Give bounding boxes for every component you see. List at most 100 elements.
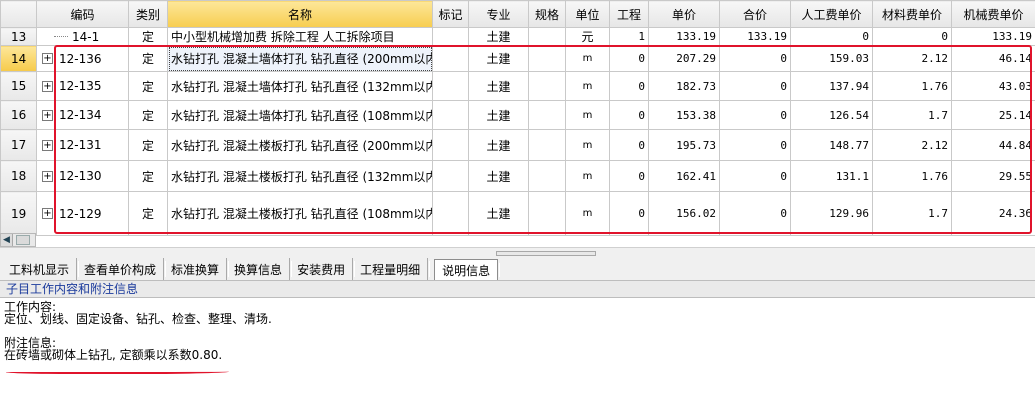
column-header-spec[interactable]: 规格: [528, 0, 566, 28]
cell-labor[interactable]: 129.96: [790, 191, 873, 236]
cell-machine[interactable]: 25.14: [951, 100, 1035, 130]
column-header-price[interactable]: 单价: [648, 0, 720, 28]
cell-total[interactable]: 133.19: [719, 27, 791, 46]
cell-qty[interactable]: 0: [609, 129, 649, 161]
cell-material[interactable]: 2.12: [872, 129, 952, 161]
cell-total[interactable]: 0: [719, 45, 791, 72]
cell-qty[interactable]: 0: [609, 71, 649, 101]
cell-spec[interactable]: [528, 129, 566, 161]
cell-total[interactable]: 0: [719, 71, 791, 101]
cell-name[interactable]: 水钻打孔 混凝土楼板打孔 钻孔直径 (132mm以内): [167, 160, 433, 192]
cell-labor[interactable]: 126.54: [790, 100, 873, 130]
column-header-total[interactable]: 合价: [719, 0, 791, 28]
column-header-labor[interactable]: 人工费单价: [790, 0, 873, 28]
row-number[interactable]: 18: [0, 160, 37, 192]
cell-unit[interactable]: 元: [565, 27, 610, 46]
cell-type[interactable]: 定: [128, 45, 168, 72]
cell-name[interactable]: 水钻打孔 混凝土墙体打孔 钻孔直径 (200mm以内): [167, 45, 433, 72]
tab-6[interactable]: 说明信息: [434, 259, 501, 280]
cell-spec[interactable]: [528, 45, 566, 72]
cell-code[interactable]: +12-131: [36, 129, 129, 161]
tab-0[interactable]: 工料机显示: [2, 258, 80, 280]
cell-total[interactable]: 0: [719, 100, 791, 130]
expand-plus-icon[interactable]: +: [42, 170, 53, 182]
cell-unit[interactable]: m: [565, 160, 610, 192]
expand-plus-icon[interactable]: +: [42, 208, 53, 219]
cell-name[interactable]: 水钻打孔 混凝土墙体打孔 钻孔直径 (132mm以内): [167, 71, 433, 101]
cell-spec[interactable]: [528, 27, 566, 46]
cell-unit[interactable]: m: [565, 100, 610, 130]
cell-qty[interactable]: 0: [609, 45, 649, 72]
horizontal-scrollbar[interactable]: ◀: [0, 233, 36, 247]
cell-major[interactable]: 土建: [468, 27, 529, 46]
cell-material[interactable]: 0: [872, 27, 952, 46]
cell-mark[interactable]: [432, 45, 469, 72]
cell-qty[interactable]: 1: [609, 27, 649, 46]
cell-type[interactable]: 定: [128, 160, 168, 192]
cell-total[interactable]: 0: [719, 160, 791, 192]
cell-major[interactable]: 土建: [468, 45, 529, 72]
cell-unit[interactable]: m: [565, 71, 610, 101]
cell-price[interactable]: 156.02: [648, 191, 720, 236]
cell-qty[interactable]: 0: [609, 100, 649, 130]
cell-price[interactable]: 207.29: [648, 45, 720, 72]
expand-plus-icon[interactable]: +: [42, 80, 53, 92]
cell-machine[interactable]: 44.84: [951, 129, 1035, 161]
cell-total[interactable]: 0: [719, 129, 791, 161]
column-header-name[interactable]: 名称: [167, 0, 433, 28]
cell-price[interactable]: 195.73: [648, 129, 720, 161]
cell-type[interactable]: 定: [128, 27, 168, 46]
row-number[interactable]: 15: [0, 71, 37, 101]
cell-material[interactable]: 1.7: [872, 100, 952, 130]
cell-name[interactable]: 水钻打孔 混凝土楼板打孔 钻孔直径 (200mm以内): [167, 129, 433, 161]
cell-mark[interactable]: [432, 71, 469, 101]
cell-code[interactable]: +12-130: [36, 160, 129, 192]
cell-labor[interactable]: 159.03: [790, 45, 873, 72]
cell-labor[interactable]: 0: [790, 27, 873, 46]
row-number[interactable]: 17: [0, 129, 37, 161]
row-number[interactable]: 19: [0, 191, 37, 236]
cell-name[interactable]: 水钻打孔 混凝土墙体打孔 钻孔直径 (108mm以内): [167, 100, 433, 130]
cell-spec[interactable]: [528, 71, 566, 101]
column-header-type[interactable]: 类别: [128, 0, 168, 28]
tab-3[interactable]: 换算信息: [227, 258, 293, 280]
cell-spec[interactable]: [528, 100, 566, 130]
cell-mark[interactable]: [432, 160, 469, 192]
panel-splitter[interactable]: [0, 247, 1035, 258]
column-header-rownum[interactable]: [0, 0, 37, 28]
table-row[interactable]: 14 +12-136 定水钻打孔 混凝土墙体打孔 钻孔直径 (200mm以内) 土建 m…: [0, 45, 1035, 72]
table-row[interactable]: 13 14-1 定中小型机械增加费 拆除工程 人工拆除项目 土建元 1 133.19 133…: [0, 27, 1035, 46]
cell-code[interactable]: 14-1: [36, 27, 129, 46]
expand-plus-icon[interactable]: +: [42, 139, 53, 151]
cell-type[interactable]: 定: [128, 129, 168, 161]
cell-major[interactable]: 土建: [468, 129, 529, 161]
column-header-code[interactable]: 编码: [36, 0, 129, 28]
cell-name[interactable]: 中小型机械增加费 拆除工程 人工拆除项目: [167, 27, 433, 46]
cell-code[interactable]: +12-129: [36, 191, 129, 236]
cell-major[interactable]: 土建: [468, 100, 529, 130]
cell-qty[interactable]: 0: [609, 191, 649, 236]
cell-major[interactable]: 土建: [468, 160, 529, 192]
row-number[interactable]: 16: [0, 100, 37, 130]
cell-qty[interactable]: 0: [609, 160, 649, 192]
cell-machine[interactable]: 24.36: [951, 191, 1035, 236]
cell-price[interactable]: 153.38: [648, 100, 720, 130]
tab-5[interactable]: 工程量明细: [353, 258, 431, 280]
table-row[interactable]: 18 +12-130 定水钻打孔 混凝土楼板打孔 钻孔直径 (132mm以内) 土建 m…: [0, 160, 1035, 192]
cell-machine[interactable]: 43.03: [951, 71, 1035, 101]
column-header-mark[interactable]: 标记: [432, 0, 469, 28]
column-header-machine[interactable]: 机械费单价: [951, 0, 1035, 28]
cell-price[interactable]: 162.41: [648, 160, 720, 192]
cell-type[interactable]: 定: [128, 191, 168, 236]
table-row[interactable]: 17 +12-131 定水钻打孔 混凝土楼板打孔 钻孔直径 (200mm以内) 土建 m…: [0, 129, 1035, 161]
cell-material[interactable]: 2.12: [872, 45, 952, 72]
cell-mark[interactable]: [432, 129, 469, 161]
cell-unit[interactable]: m: [565, 129, 610, 161]
cell-name[interactable]: 水钻打孔 混凝土楼板打孔 钻孔直径 (108mm以内): [167, 191, 433, 236]
cell-price[interactable]: 182.73: [648, 71, 720, 101]
table-row[interactable]: 19 +12-129 定水钻打孔 混凝土楼板打孔 钻孔直径 (108mm以内) 土建 m…: [0, 191, 1035, 236]
cell-spec[interactable]: [528, 160, 566, 192]
cell-price[interactable]: 133.19: [648, 27, 720, 46]
cell-major[interactable]: 土建: [468, 191, 529, 236]
tab-2[interactable]: 标准换算: [164, 258, 230, 280]
